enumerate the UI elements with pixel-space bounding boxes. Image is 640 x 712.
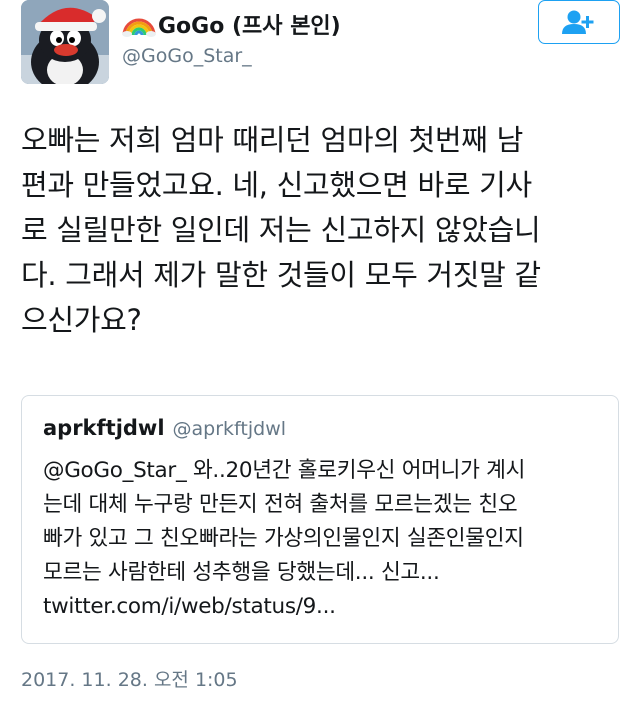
penguin-santa-avatar-image xyxy=(21,0,109,84)
user-name-row[interactable]: GoGo (프사 본인) xyxy=(122,8,341,40)
follow-button[interactable] xyxy=(538,0,620,44)
user-handle[interactable]: @GoGo_Star_ xyxy=(122,45,252,67)
avatar[interactable] xyxy=(21,0,109,84)
tweet-timestamp[interactable]: 2017. 11. 28. 오전 1:05 xyxy=(21,665,238,692)
tweet-text: 오빠는 저희 엄마 때리던 엄마의 첫번째 남 편과 만들었고요. 네, 신고했… xyxy=(21,123,541,337)
quoted-tweet-text: @GoGo_Star_ 와..20년간 홀로키우신 어머니가 계시 는데 대체 … xyxy=(43,458,526,619)
quoted-tweet-header: aprkftjdwl @aprkftjdwl xyxy=(43,416,286,440)
add-user-icon xyxy=(562,10,594,34)
rainbow-icon xyxy=(122,18,156,37)
quoted-tweet-card[interactable]: aprkftjdwl @aprkftjdwl @GoGo_Star_ 와..20년… xyxy=(21,395,619,644)
quoted-user-handle: @aprkftjdwl xyxy=(172,418,287,440)
display-name: GoGo (프사 본인) xyxy=(158,14,341,39)
quoted-user-name: aprkftjdwl xyxy=(43,416,165,440)
